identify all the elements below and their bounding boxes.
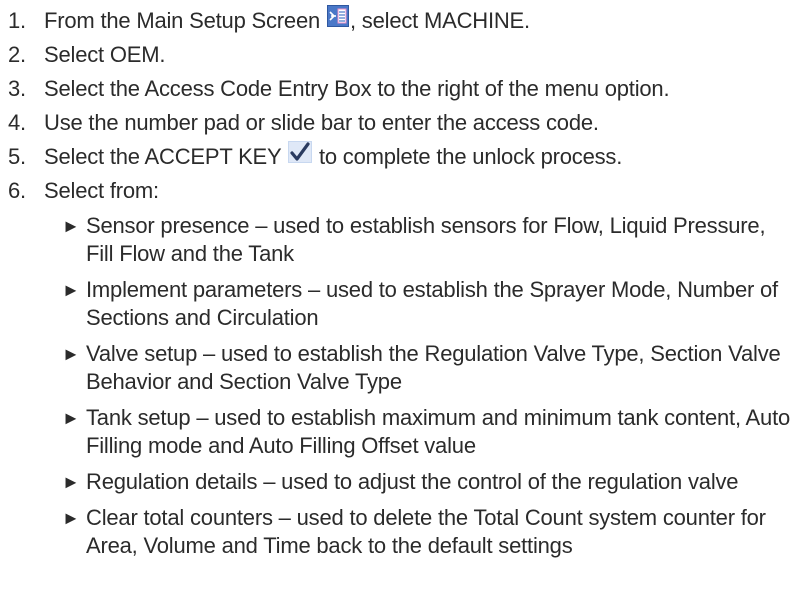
checkmark-icon: [288, 141, 313, 171]
bullet-text: Regulation details – used to adjust the …: [86, 469, 739, 494]
step-number: 4.: [8, 110, 26, 135]
bullet-item-valve-setup: ► Valve setup – used to establish the Re…: [62, 340, 792, 396]
bullet-item-regulation-details: ► Regulation details – used to adjust th…: [62, 468, 792, 496]
step-text: Select the ACCEPT KEY to complete the un…: [44, 141, 623, 173]
bullet-arrow-icon: ►: [62, 508, 80, 528]
bullet-text: Tank setup – used to establish maximum a…: [86, 405, 791, 458]
main-setup-screen-icon: [326, 5, 349, 35]
bullet-arrow-icon: ►: [62, 408, 80, 428]
bullet-item-sensor-presence: ► Sensor presence – used to establish se…: [62, 212, 792, 268]
bullet-text: Sensor presence – used to establish sens…: [86, 213, 766, 266]
bullet-text: Valve setup – used to establish the Regu…: [86, 341, 781, 394]
step-text-before: Select the ACCEPT KEY: [44, 144, 288, 169]
step-text: From the Main Setup Screen , select MACH…: [44, 5, 530, 37]
bullet-text: Implement parameters – used to establish…: [86, 277, 778, 330]
bullet-arrow-icon: ►: [62, 344, 80, 364]
step-text: Use the number pad or slide bar to enter…: [44, 110, 599, 135]
bullet-arrow-icon: ►: [62, 280, 80, 300]
bullet-arrow-icon: ►: [62, 216, 80, 236]
bullet-item-clear-total-counters: ► Clear total counters – used to delete …: [62, 504, 792, 560]
step-number: 2.: [8, 42, 26, 67]
step-text-before: From the Main Setup Screen: [44, 8, 326, 33]
step-text: Select OEM.: [44, 42, 166, 67]
step-text: Select the Access Code Entry Box to the …: [44, 76, 670, 101]
bullet-arrow-icon: ►: [62, 472, 80, 492]
step-text: Select from:: [44, 178, 159, 203]
bullet-item-implement-parameters: ► Implement parameters – used to establi…: [62, 276, 792, 332]
step-number: 3.: [8, 76, 26, 101]
bullet-text: Clear total counters – used to delete th…: [86, 505, 766, 558]
step-text-after: , select MACHINE.: [349, 8, 530, 33]
step-text-after: to complete the unlock process.: [313, 144, 623, 169]
bullet-item-tank-setup: ► Tank setup – used to establish maximum…: [62, 404, 792, 460]
step-number: 5.: [8, 144, 26, 169]
step-number: 1.: [8, 8, 26, 33]
step-number: 6.: [8, 178, 26, 203]
